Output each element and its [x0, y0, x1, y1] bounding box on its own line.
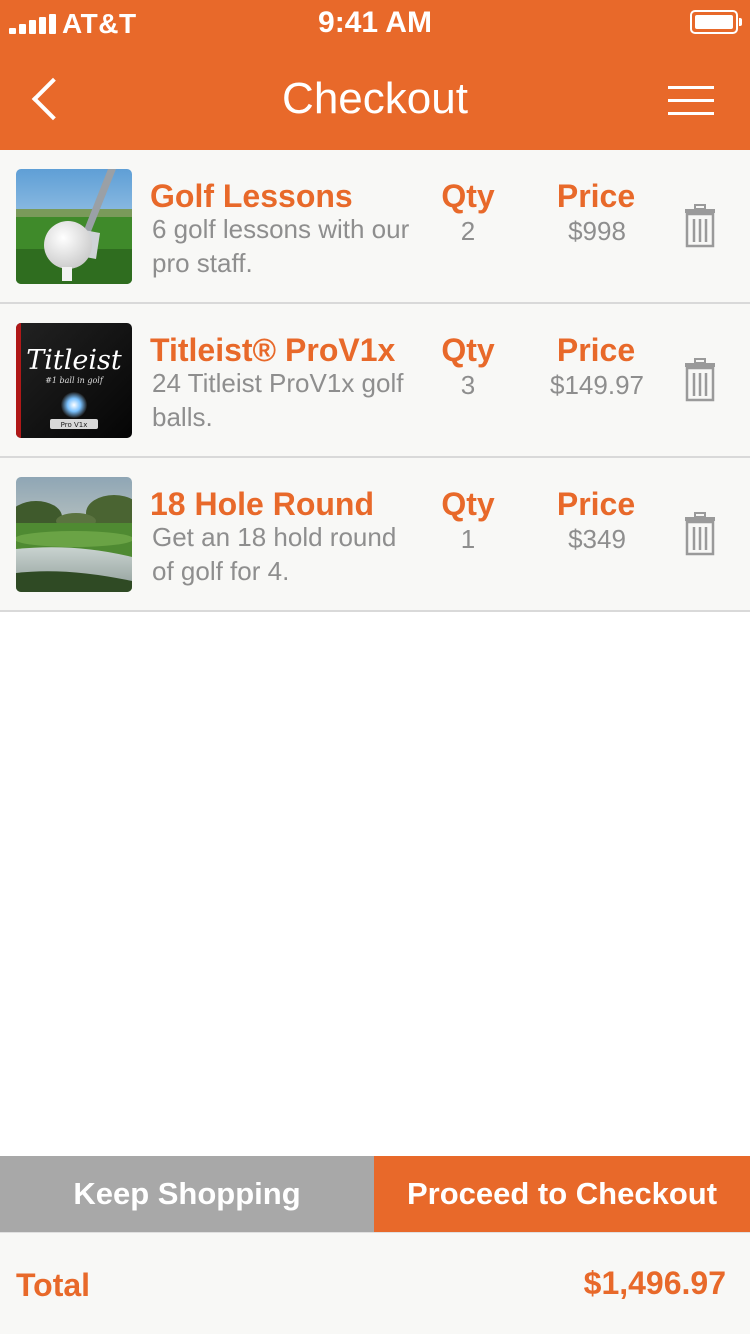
menu-button[interactable]	[668, 84, 714, 118]
price-label: Price	[556, 332, 636, 368]
delete-button[interactable]	[684, 512, 716, 556]
qty-value: 2	[460, 216, 476, 246]
trash-icon	[685, 512, 715, 556]
item-name: Titleist® ProV1x	[150, 332, 396, 368]
qty-value: 3	[460, 370, 476, 400]
titleist-logo-text: Titleist	[26, 345, 122, 376]
price-value: $149.97	[550, 370, 644, 400]
cart-list: Golf Lessons 6 golf lessons with our pro…	[0, 150, 750, 612]
cart-item: Golf Lessons 6 golf lessons with our pro…	[0, 150, 750, 304]
trash-icon	[685, 358, 715, 402]
titleist-box-image: Titleist #1 ball in golf Pro V1x	[16, 323, 132, 438]
trash-icon	[685, 204, 715, 248]
qty-label: Qty	[441, 178, 495, 214]
item-description: Get an 18 hold round of golf for 4.	[152, 522, 397, 586]
price-label: Price	[556, 178, 636, 214]
item-description: 6 golf lessons with our pro staff.	[152, 214, 410, 278]
golf-lesson-image	[16, 169, 132, 284]
qty-label: Qty	[441, 332, 495, 368]
svg-text:#1 ball in golf: #1 ball in golf	[45, 376, 105, 385]
delete-button[interactable]	[684, 358, 716, 402]
item-name: 18 Hole Round	[150, 486, 375, 522]
cart-item: Titleist #1 ball in golf Pro V1x Titleis…	[0, 304, 750, 458]
status-time: 9:41 AM	[318, 6, 432, 39]
qty-value: 1	[460, 524, 476, 554]
total-value: $1,496.97	[583, 1265, 726, 1301]
item-description: 24 Titleist ProV1x golf balls.	[152, 368, 404, 432]
status-bar: AT&T 9:41 AM	[0, 0, 750, 46]
delete-button[interactable]	[684, 204, 716, 248]
price-value: $998	[568, 216, 626, 246]
total-bar: Total $1,496.97	[0, 1232, 750, 1334]
battery-icon	[690, 10, 742, 34]
price-value: $349	[568, 524, 626, 554]
price-label: Price	[556, 486, 636, 522]
qty-label: Qty	[441, 486, 495, 522]
golf-course-image	[16, 477, 132, 592]
keep-shopping-button[interactable]: Keep Shopping	[0, 1156, 374, 1232]
cart-item: 18 Hole Round Get an 18 hold round of go…	[0, 458, 750, 612]
total-label: Total	[16, 1267, 91, 1303]
item-name: Golf Lessons	[150, 178, 353, 214]
page-title: Checkout	[282, 74, 468, 123]
proceed-to-checkout-button[interactable]: Proceed to Checkout	[374, 1156, 750, 1232]
svg-text:Pro V1x: Pro V1x	[61, 421, 88, 429]
app-header: AT&T 9:41 AM Checkout	[0, 0, 750, 150]
